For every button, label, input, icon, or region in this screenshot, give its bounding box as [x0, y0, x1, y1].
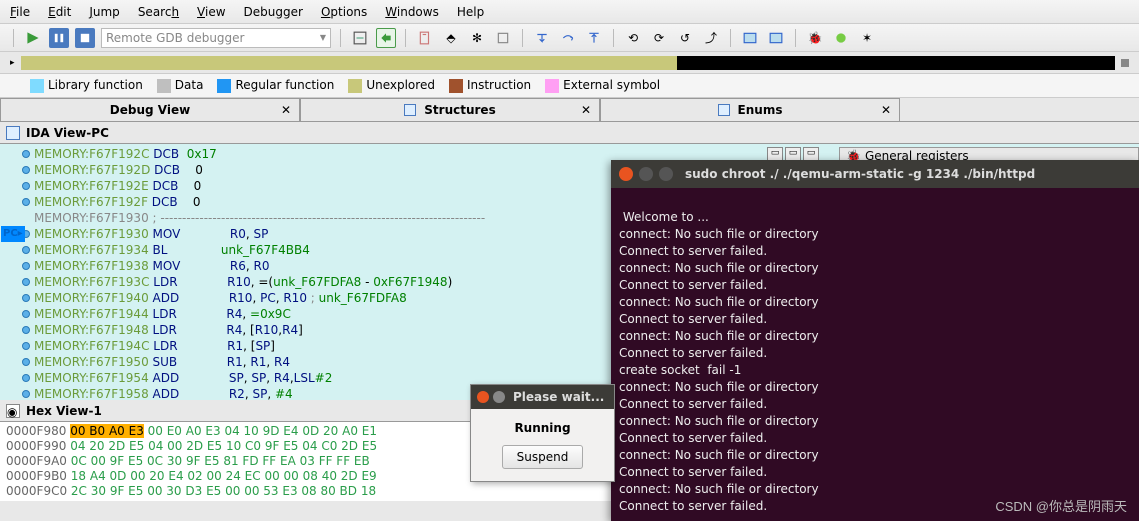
pane-max-icon[interactable]: ▭: [785, 147, 801, 161]
tab-structures[interactable]: Structures✕: [300, 98, 600, 121]
menu-search[interactable]: Search: [138, 5, 179, 19]
tool-icon-4[interactable]: ⬘: [441, 28, 461, 48]
legend-regular: Regular function: [235, 78, 334, 92]
pane-window-buttons: ▭ ▭ ▭: [767, 147, 819, 161]
tool-icon-14[interactable]: [766, 28, 786, 48]
menu-help[interactable]: Help: [457, 5, 484, 19]
menu-view[interactable]: View: [197, 5, 225, 19]
debugger-select[interactable]: Remote GDB debugger▼: [101, 28, 331, 48]
pane-close-icon[interactable]: ▭: [803, 147, 819, 161]
suspend-button[interactable]: Suspend: [502, 445, 584, 469]
tab-bar: Debug View✕ Structures✕ Enums✕: [0, 98, 1139, 122]
dialog-min-icon[interactable]: [493, 391, 505, 403]
tab-enums[interactable]: Enums✕: [600, 98, 900, 121]
dialog-status: Running: [483, 421, 602, 435]
ida-view-title: IDA View-PC: [0, 122, 1139, 144]
step-over-icon[interactable]: [558, 28, 578, 48]
terminal-window: sudo chroot ./ ./qemu-arm-static -g 1234…: [611, 160, 1139, 521]
menu-windows[interactable]: Windows: [385, 5, 439, 19]
tool-icon-11[interactable]: ↺: [675, 28, 695, 48]
stop-button[interactable]: [75, 28, 95, 48]
tool-icon-9[interactable]: ⟲: [623, 28, 643, 48]
menu-bar: File Edit Jump Search View Debugger Opti…: [0, 0, 1139, 24]
legend-external: External symbol: [563, 78, 660, 92]
terminal-body[interactable]: Welcome to ... connect: No such file or …: [611, 188, 1139, 519]
term-close-icon[interactable]: [619, 167, 633, 181]
close-icon[interactable]: ✕: [881, 103, 891, 117]
tool-icon-16[interactable]: ✶: [857, 28, 877, 48]
tool-icon-13[interactable]: [740, 28, 760, 48]
legend-library: Library function: [48, 78, 143, 92]
tool-icon-15[interactable]: [831, 28, 851, 48]
menu-jump[interactable]: Jump: [89, 5, 119, 19]
tool-icon-3[interactable]: [415, 28, 435, 48]
term-min-icon[interactable]: [639, 167, 653, 181]
step-out-icon[interactable]: [584, 28, 604, 48]
tool-icon-10[interactable]: ⟳: [649, 28, 669, 48]
bug-icon[interactable]: 🐞: [805, 28, 825, 48]
menu-debugger[interactable]: Debugger: [244, 5, 303, 19]
nav-bar: ▸: [0, 52, 1139, 74]
pause-button[interactable]: [49, 28, 69, 48]
tab-debug-view[interactable]: Debug View✕: [0, 98, 300, 121]
menu-edit[interactable]: Edit: [48, 5, 71, 19]
nav-strip[interactable]: [21, 56, 1115, 70]
toolbar: Remote GDB debugger▼ ⬘ ✻ ⟲ ⟳ ↺ ⤴ 🐞 ✶: [0, 24, 1139, 52]
menu-options[interactable]: Options: [321, 5, 367, 19]
legend-unexplored: Unexplored: [366, 78, 435, 92]
nav-marker: [1121, 59, 1129, 67]
ida-view-icon: [6, 126, 20, 140]
enum-icon: [718, 104, 730, 116]
pane-min-icon[interactable]: ▭: [767, 147, 783, 161]
nav-arrow-icon[interactable]: ▸: [10, 58, 15, 68]
step-into-icon[interactable]: [532, 28, 552, 48]
tool-icon-5[interactable]: ✻: [467, 28, 487, 48]
tool-icon-12[interactable]: ⤴: [701, 28, 721, 48]
tool-icon-2[interactable]: [376, 28, 396, 48]
legend-data: Data: [175, 78, 204, 92]
run-button[interactable]: [23, 28, 43, 48]
legend: Library function Data Regular function U…: [0, 74, 1139, 98]
tool-icon-6[interactable]: [493, 28, 513, 48]
dialog-titlebar[interactable]: Please wait...: [471, 385, 614, 409]
menu-file[interactable]: File: [10, 5, 30, 19]
terminal-titlebar[interactable]: sudo chroot ./ ./qemu-arm-static -g 1234…: [611, 160, 1139, 188]
tool-icon-1[interactable]: [350, 28, 370, 48]
legend-instruction: Instruction: [467, 78, 531, 92]
close-icon[interactable]: ✕: [281, 103, 291, 117]
hex-view-icon: ◉: [6, 404, 20, 418]
please-wait-dialog: Please wait... Running Suspend: [470, 384, 615, 482]
watermark: CSDN @你总是阴雨天: [995, 496, 1127, 515]
struct-icon: [404, 104, 416, 116]
close-icon[interactable]: ✕: [581, 103, 591, 117]
dialog-close-icon[interactable]: [477, 391, 489, 403]
term-max-icon[interactable]: [659, 167, 673, 181]
